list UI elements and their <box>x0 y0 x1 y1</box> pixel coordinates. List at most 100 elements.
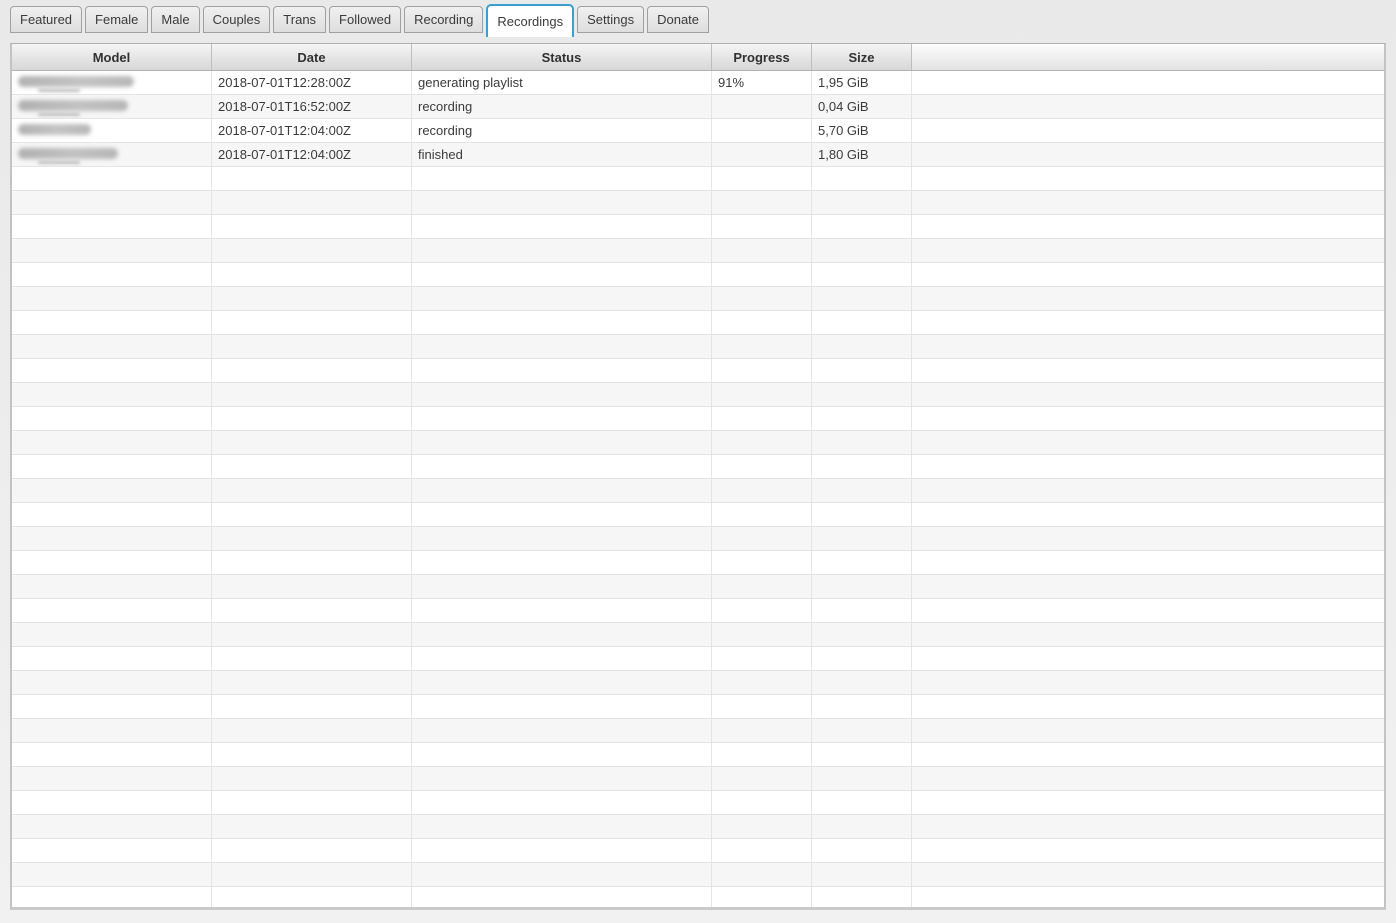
empty-cell <box>712 191 812 214</box>
column-header-size[interactable]: Size <box>812 44 912 70</box>
empty-cell <box>912 263 1384 286</box>
empty-cell <box>712 479 812 502</box>
blur-artifact <box>38 113 80 116</box>
empty-cell <box>712 743 812 766</box>
empty-row <box>12 887 1384 910</box>
size-cell: 1,95 GiB <box>812 71 912 94</box>
empty-cell <box>412 815 712 838</box>
recording-row[interactable]: 2018-07-01T12:04:00Z recording 5,70 GiB <box>12 119 1384 143</box>
empty-cell <box>812 695 912 718</box>
empty-cell <box>912 527 1384 550</box>
empty-cell <box>912 767 1384 790</box>
empty-cell <box>12 719 212 742</box>
blurred-model-name <box>18 76 134 87</box>
empty-cell <box>912 647 1384 670</box>
tab-label: Trans <box>283 12 316 27</box>
tab-label: Featured <box>20 12 72 27</box>
recording-row[interactable]: 2018-07-01T12:04:00Z finished 1,80 GiB <box>12 143 1384 167</box>
tab-male[interactable]: Male <box>151 6 199 33</box>
empty-cell <box>12 599 212 622</box>
empty-cell <box>812 215 912 238</box>
tab-label: Recordings <box>497 14 563 29</box>
tab-featured[interactable]: Featured <box>10 6 82 33</box>
status-cell: recording <box>412 119 712 142</box>
tab-recordings[interactable]: Recordings <box>486 4 574 37</box>
tab-couples[interactable]: Couples <box>203 6 271 33</box>
empty-cell <box>912 599 1384 622</box>
progress-cell: 91% <box>712 71 812 94</box>
empty-cell <box>812 287 912 310</box>
empty-cell <box>812 191 912 214</box>
empty-cell <box>412 479 712 502</box>
empty-cell <box>712 431 812 454</box>
empty-cell <box>712 719 812 742</box>
column-header-model[interactable]: Model <box>12 44 212 70</box>
empty-row <box>12 503 1384 527</box>
empty-row <box>12 623 1384 647</box>
empty-cell <box>912 863 1384 886</box>
empty-row <box>12 215 1384 239</box>
empty-cell <box>12 479 212 502</box>
empty-cell <box>412 503 712 526</box>
empty-cell <box>812 383 912 406</box>
empty-cell <box>912 479 1384 502</box>
empty-cell <box>412 719 712 742</box>
empty-row <box>12 455 1384 479</box>
empty-cell <box>212 623 412 646</box>
empty-cell <box>812 335 912 358</box>
empty-cell <box>12 191 212 214</box>
empty-cell <box>12 455 212 478</box>
date-cell: 2018-07-01T12:04:00Z <box>212 143 412 166</box>
empty-row <box>12 167 1384 191</box>
empty-cell <box>12 335 212 358</box>
empty-cell <box>912 431 1384 454</box>
empty-cell <box>812 647 912 670</box>
empty-row <box>12 431 1384 455</box>
tab-female[interactable]: Female <box>85 6 148 33</box>
empty-cell <box>412 599 712 622</box>
tab-settings[interactable]: Settings <box>577 6 644 33</box>
empty-cell <box>412 239 712 262</box>
model-cell <box>12 71 212 94</box>
empty-cell <box>712 767 812 790</box>
empty-cell <box>912 791 1384 814</box>
tab-trans[interactable]: Trans <box>273 6 326 33</box>
empty-cell <box>912 215 1384 238</box>
empty-cell <box>912 671 1384 694</box>
size-cell: 0,04 GiB <box>812 95 912 118</box>
empty-row <box>12 839 1384 863</box>
empty-cell <box>412 359 712 382</box>
empty-cell <box>712 335 812 358</box>
blur-artifact <box>38 161 80 164</box>
filler-cell <box>912 143 1384 166</box>
empty-cell <box>412 191 712 214</box>
empty-cell <box>912 287 1384 310</box>
empty-cell <box>712 671 812 694</box>
column-header-progress[interactable]: Progress <box>712 44 812 70</box>
empty-cell <box>212 503 412 526</box>
empty-row <box>12 407 1384 431</box>
empty-cell <box>12 551 212 574</box>
model-cell <box>12 143 212 166</box>
empty-cell <box>12 647 212 670</box>
recording-row[interactable]: 2018-07-01T16:52:00Z recording 0,04 GiB <box>12 95 1384 119</box>
tab-donate[interactable]: Donate <box>647 6 709 33</box>
column-header-status[interactable]: Status <box>412 44 712 70</box>
empty-cell <box>212 887 412 910</box>
empty-cell <box>812 719 912 742</box>
empty-cell <box>712 551 812 574</box>
empty-cell <box>712 263 812 286</box>
empty-cell <box>912 407 1384 430</box>
recording-row[interactable]: 2018-07-01T12:28:00Z generating playlist… <box>12 71 1384 95</box>
empty-cell <box>412 791 712 814</box>
empty-cell <box>412 671 712 694</box>
empty-cell <box>712 311 812 334</box>
tab-followed[interactable]: Followed <box>329 6 401 33</box>
empty-cell <box>812 527 912 550</box>
empty-cell <box>212 191 412 214</box>
empty-cell <box>412 287 712 310</box>
empty-cell <box>12 575 212 598</box>
empty-row <box>12 719 1384 743</box>
tab-recording[interactable]: Recording <box>404 6 483 33</box>
column-header-date[interactable]: Date <box>212 44 412 70</box>
